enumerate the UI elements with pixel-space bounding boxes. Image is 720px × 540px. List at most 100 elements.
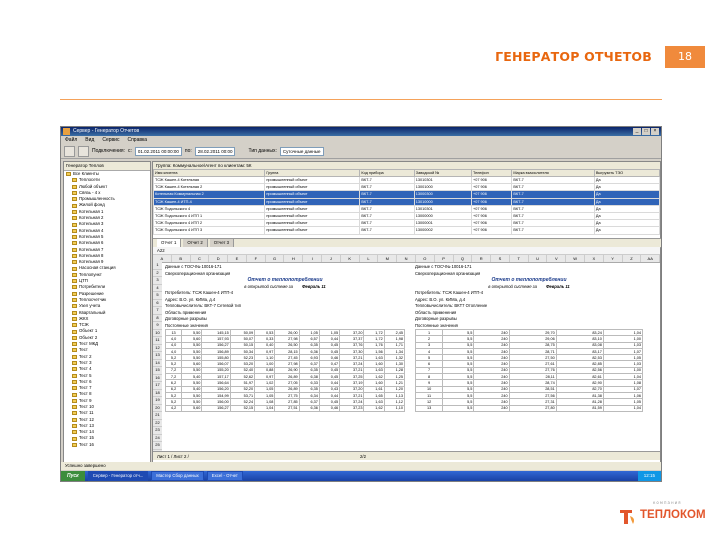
sheet-row-header[interactable]: 15 [153,367,162,375]
table-cell[interactable]: 156,27 [201,404,231,412]
sheet-row-header[interactable]: 25 [153,442,162,450]
grid-column-header[interactable]: Телефон [470,169,513,177]
table-cell[interactable]: 1,62 [363,404,385,412]
date-to-input[interactable]: 28.02.2011 00:00 [194,146,236,156]
sheet-row-header[interactable]: 9 [153,322,162,330]
sheet-row-header[interactable]: 13 [153,352,162,360]
sheet-column-header[interactable]: C [191,255,210,262]
report-tab[interactable]: Отчет 1 [157,239,182,247]
table-cell[interactable]: 13 [414,404,444,412]
grid-column-header[interactable]: Группа [264,169,361,177]
sheet-row-header[interactable]: 22 [153,419,162,427]
taskbar-item[interactable]: Excel - Отчет [206,471,243,481]
sheet-column-header[interactable]: D [209,255,229,262]
sheet-column-header[interactable]: O [416,255,435,262]
table-cell[interactable]: 1,04 [602,404,644,412]
tree-item[interactable]: Тест 16 [64,442,150,448]
sheet-column-header[interactable]: B [172,255,191,262]
table-row[interactable]: ТСЖ Подольского 4 промышленный объект ВКТ-… [152,204,661,213]
sheet-column-header[interactable]: L [360,255,379,262]
sheet-row-header[interactable]: 5 [153,292,162,300]
sheet-row-header[interactable]: 14 [153,359,162,367]
sheet-row-header[interactable]: 18 [153,389,162,397]
table-cell[interactable]: 81,59 [555,404,604,412]
menu-item[interactable]: Сервис [102,136,119,144]
close-button[interactable]: × [651,128,659,135]
table-row[interactable]: ТСЖ Подольского 4 ИТП 2 промышленный объе… [152,219,661,228]
table-row[interactable]: ТСЖ Подольского 4 ИТП 3 промышленный объе… [152,226,661,235]
sheet-tabs-label[interactable]: Лист 1 / Лист 2 / [157,454,189,459]
sheet-column-header[interactable]: I [303,255,323,262]
sheet-column-header[interactable]: P [435,255,454,262]
table-cell[interactable]: 0,46 [318,404,341,412]
sheet-column-header[interactable]: S [491,255,510,262]
sheet-column-header[interactable]: U [529,255,548,262]
grid-column-header[interactable]: Марка вычислителя [511,169,595,177]
sheet-row-header[interactable]: 10 [153,329,162,337]
menu-item[interactable]: Вид [85,136,94,144]
sheet-column-header[interactable]: M [378,255,398,262]
table-cell[interactable]: 27,80 [508,404,557,412]
sheet-column-header[interactable]: R [472,255,492,262]
open-icon[interactable] [78,145,89,157]
sheet-row-header[interactable]: 6 [153,299,162,307]
sheet-column-header[interactable]: AA [641,255,660,262]
sheet-column-header[interactable]: V [547,255,567,262]
table-cell[interactable]: 6,36 [298,404,320,412]
date-from-input[interactable]: 01.02.2011 00:00:00 [134,146,182,156]
start-button[interactable]: Пуск [61,471,85,481]
sheet-column-header[interactable]: W [566,255,585,262]
sheet-row-header[interactable]: 1 [153,262,162,270]
sheet-column-header[interactable]: J [322,255,341,262]
new-icon[interactable] [64,145,75,157]
table-row[interactable]: ТСЖ Кашен-4 Котельная промышленный объект… [152,175,661,185]
sheet-row-header[interactable]: 23 [153,427,162,435]
sheet-row-header[interactable]: 3 [153,277,162,285]
grid-column-header[interactable]: Заводской № [413,169,472,177]
sheet-row-header[interactable]: 2 [153,269,162,277]
sheet-column-header[interactable]: A [153,255,172,262]
grid-column-header[interactable]: Выгрузить ТЭО [593,169,661,177]
table-row[interactable]: ТСЖ Кашен-4 Котельная 2 промышленный объе… [152,183,661,192]
sheet-column-header[interactable]: H [284,255,304,262]
type-select[interactable]: Суточные данные [279,146,324,156]
taskbar-item[interactable]: Сервер - Генератор отч... [87,471,149,481]
sheet-row-header[interactable]: 11 [153,337,162,345]
table-cell[interactable]: 52,15 [229,404,256,412]
minimize-button[interactable]: _ [633,128,641,135]
table-row[interactable]: ТСЖ Кашен-4 ИТП-4 промышленный объект ВКТ-… [152,197,661,206]
sheet-column-header[interactable]: N [397,255,416,262]
sheet-column-header[interactable]: Y [604,255,623,262]
table-cell[interactable]: 240 [473,404,510,412]
sheet-column-header[interactable]: X [585,255,604,262]
sheet-tabs[interactable]: Лист 1 / Лист 2 / 2/2 [153,451,660,460]
sheet-row-header[interactable]: 20 [153,404,162,412]
sheet-column-header[interactable]: F [247,255,266,262]
menu-item[interactable]: Файл [65,136,77,144]
maximize-button[interactable]: □ [642,128,650,135]
sheet-row-header[interactable]: 24 [153,434,162,442]
sheet-row-header[interactable]: 21 [153,412,162,420]
table-row[interactable]: Котельная Коммунальная 2 промышленный объ… [152,190,661,199]
report-tab[interactable]: Отчет 3 [209,239,235,247]
sheet-row-header[interactable]: 19 [153,397,162,405]
sheet-row-header[interactable]: 12 [153,344,162,352]
sheet-row-header[interactable]: 4 [153,284,162,292]
grid-column-header[interactable]: Имя клиента [152,169,266,177]
sheet-column-header[interactable]: K [341,255,360,262]
table-cell[interactable]: 5,60 [181,404,203,412]
table-cell[interactable]: 37,23 [339,404,365,412]
table-cell[interactable]: 1,10 [383,404,406,412]
table-cell[interactable]: 4,2 [164,404,183,412]
taskbar-item[interactable]: Мастер Сбор данных [151,471,204,481]
sheet-column-header[interactable]: E [228,255,247,262]
sheet-row-header[interactable]: 17 [153,382,162,390]
table-cell[interactable]: 1,04 [254,404,276,412]
report-tab[interactable]: Отчет 2 [183,239,208,247]
sheet-row-header[interactable]: 7 [153,307,162,315]
table-cell[interactable]: 5,5 [442,404,475,412]
formula-bar[interactable]: A22 [153,247,660,255]
table-cell[interactable]: 27,51 [274,404,300,412]
sheet-row-header[interactable]: 8 [153,314,162,322]
sheet-column-header[interactable]: Z [623,255,642,262]
